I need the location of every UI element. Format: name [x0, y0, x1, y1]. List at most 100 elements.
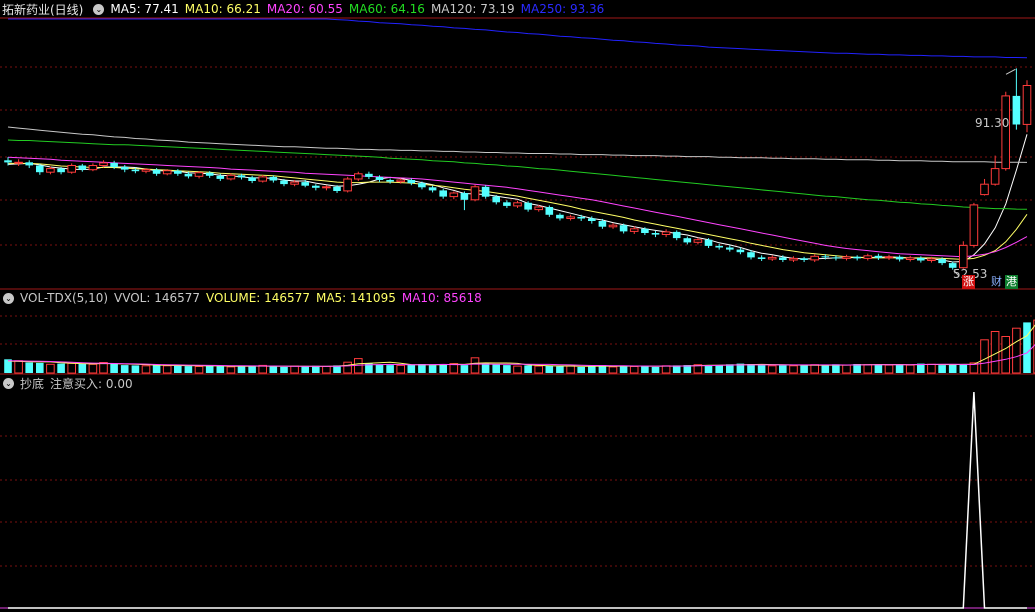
- candle-body: [237, 175, 246, 178]
- volume-bar: [608, 366, 618, 374]
- volume-bar: [629, 366, 639, 374]
- volume-bar: [661, 365, 671, 374]
- badge-zhang[interactable]: 涨: [962, 275, 975, 289]
- volume-bar: [184, 366, 193, 373]
- high-pointer: [1005, 68, 1016, 75]
- volume-bar: [863, 364, 873, 374]
- candle-body: [715, 245, 723, 248]
- candle-body: [693, 239, 703, 243]
- volume-bar: [842, 364, 851, 374]
- candle-body: [216, 175, 225, 179]
- volume-bar: [46, 363, 55, 374]
- volume-bar: [152, 365, 161, 373]
- candle-body: [821, 256, 830, 258]
- candle-body: [290, 181, 299, 185]
- indicator-name: 抄底: [20, 376, 45, 391]
- candle-body: [205, 172, 214, 176]
- volume-bar: [439, 364, 447, 373]
- candle-body: [194, 172, 204, 177]
- volume-bar: [120, 365, 129, 373]
- volume-bar: [566, 365, 575, 374]
- candle-body: [556, 214, 564, 219]
- candle-body: [439, 190, 447, 197]
- volume-bar: [322, 366, 331, 374]
- candle-body: [534, 206, 544, 211]
- volume-bar: [269, 366, 278, 373]
- ma20-readout: MA20: 60.55: [266, 2, 343, 16]
- candle-body: [938, 258, 946, 264]
- volume-bar: [704, 365, 713, 373]
- volume-bar: [577, 366, 585, 373]
- candle-body: [704, 239, 713, 246]
- chevron-down-icon[interactable]: ⌄: [3, 292, 14, 304]
- candle-body: [322, 186, 331, 189]
- stock-title: 拓新药业(日线): [2, 2, 84, 17]
- candle-body: [152, 169, 161, 174]
- volume-bar: [980, 339, 989, 374]
- volume-bar: [280, 366, 288, 373]
- candle-body: [1012, 95, 1021, 125]
- volume-bar: [810, 364, 820, 374]
- candle-body: [396, 179, 405, 183]
- volume-bar: [25, 362, 33, 373]
- volume-bar: [1023, 322, 1031, 373]
- candle-body: [4, 160, 12, 163]
- ma250-readout: MA250: 93.36: [520, 2, 605, 16]
- candle-body: [343, 178, 352, 192]
- volume-bar: [767, 365, 777, 374]
- volume-bar: [1001, 336, 1011, 374]
- volume-bar: [174, 365, 182, 373]
- candle-body: [141, 169, 151, 172]
- badge-cai[interactable]: 财: [990, 275, 1003, 289]
- candle-body: [184, 173, 193, 177]
- ma60-readout: MA60: 64.16: [348, 2, 425, 16]
- volume-bar: [556, 366, 564, 373]
- candle-body: [747, 252, 755, 258]
- candlestick-series: [4, 68, 1032, 270]
- volume-bar: [110, 364, 118, 373]
- candle-body: [481, 186, 490, 197]
- candle-body: [895, 256, 904, 260]
- candle-body: [120, 167, 129, 170]
- volume-bar: [1012, 327, 1021, 374]
- candle-body: [779, 257, 787, 260]
- volume-bar: [386, 365, 394, 373]
- candle-body: [651, 233, 660, 235]
- candle-body: [683, 238, 692, 243]
- candle-body: [524, 202, 532, 210]
- candle-body: [503, 202, 511, 206]
- candle-body: [990, 168, 1000, 185]
- chevron-down-icon[interactable]: ⌄: [93, 3, 105, 15]
- candle-body: [280, 180, 288, 185]
- volume-bar: [418, 364, 426, 373]
- chevron-down-icon[interactable]: ⌄: [3, 377, 14, 389]
- ma5-readout: MA5: 77.41: [110, 2, 179, 16]
- candle-body: [545, 207, 554, 215]
- candle-body: [131, 169, 140, 172]
- badge-gang[interactable]: 港: [1005, 275, 1018, 289]
- candle-body: [269, 176, 278, 181]
- volume-bar: [895, 364, 904, 373]
- volume-bar: [36, 362, 44, 373]
- candle-body: [588, 218, 596, 221]
- volume-header: ⌄ VOL-TDX(5,10) VVOL: 146577 VOLUME: 146…: [0, 290, 488, 306]
- candle-body: [672, 231, 681, 239]
- candle-body: [608, 224, 618, 228]
- volume-bar: [588, 366, 596, 373]
- volume-bar: [641, 366, 649, 373]
- candle-body: [14, 161, 23, 164]
- ma10-readout: MA10: 66.21: [184, 2, 261, 16]
- volume-bar: [492, 364, 500, 373]
- indicator-header: ⌄ 抄底 注意买入: 0.00: [0, 375, 139, 391]
- volume-bar: [651, 366, 660, 373]
- volume-bar: [800, 365, 808, 373]
- candle-body: [767, 256, 777, 260]
- candle-body: [248, 177, 256, 181]
- volume-bar: [216, 366, 225, 373]
- signal-line: [8, 391, 1027, 609]
- volume-bar: [503, 365, 511, 373]
- volume-bar: [470, 357, 480, 374]
- indicator-value: 注意买入: 0.00: [50, 376, 133, 391]
- volume-bar: [57, 363, 65, 373]
- candle-body: [460, 193, 469, 200]
